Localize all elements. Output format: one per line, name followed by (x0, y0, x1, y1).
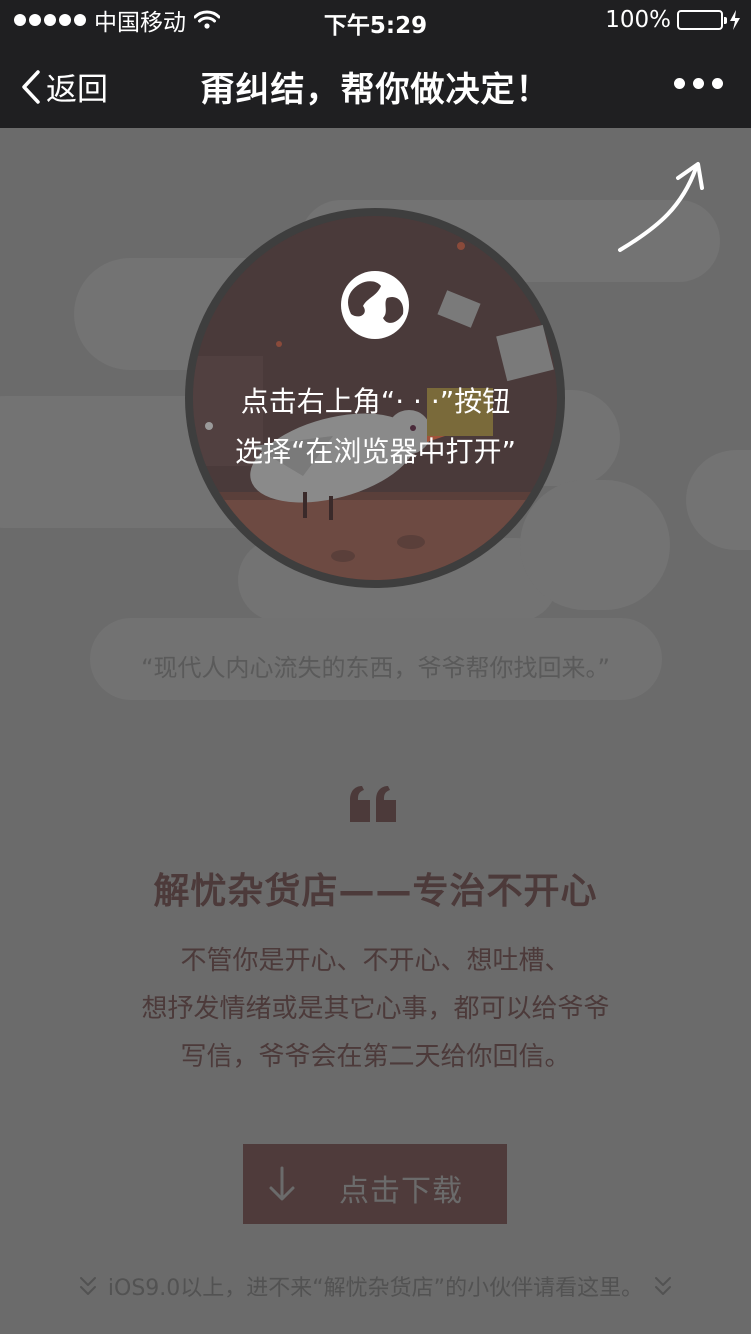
quote-text: “现代人内心流失的东西，爷爷帮你找回来。” (141, 654, 610, 682)
page-title: 甭纠结，帮你做决定！ (200, 70, 551, 110)
status-bar: 中国移动 下午5:29 100% (0, 0, 751, 40)
top-bar: 中国移动 下午5:29 100% 返回 甭纠结，帮你做决定！ (0, 0, 751, 128)
overlay-instruction-line2: 选择“在浏览器中打开” (234, 435, 516, 468)
battery-percent: 100% (605, 7, 671, 33)
description-line3: 写信，爷爷会在第二天给你回信。 (180, 1042, 571, 1072)
description-line1: 不管你是开心、不开心、想吐槽、 (180, 946, 571, 976)
description-line2: 想抒发情绪或是其它心事，都可以给爷爷 (141, 994, 610, 1024)
navigation-bar: 返回 甭纠结，帮你做决定！ (0, 40, 751, 128)
download-label: 点击下载 (339, 1174, 463, 1209)
globe-icon (341, 271, 409, 339)
arrow-down-icon (269, 1166, 295, 1201)
double-chevron-down-icon (79, 1277, 96, 1295)
charging-bolt-icon (730, 10, 740, 30)
double-chevron-down-icon (655, 1277, 672, 1295)
curved-arrow-icon (618, 162, 704, 252)
battery-icon (677, 10, 727, 30)
overlay-instruction-line1: 点击右上角“· · ·”按钮 (240, 385, 511, 418)
download-button[interactable]: 点击下载 (243, 1144, 507, 1224)
ios-help-link[interactable]: iOS9.0以上，进不来“解忧杂货店”的小伙伴请看这里。 (0, 1270, 751, 1302)
more-options-button[interactable] (674, 78, 723, 89)
headline: 解忧杂货店——专治不开心 (153, 871, 598, 912)
page-content: 点击右上角“· · ·”按钮 选择“在浏览器中打开” “现代人内心流失的东西，爷… (0, 128, 751, 1334)
status-right: 100% (605, 6, 741, 34)
quote-mark-icon (350, 786, 396, 822)
ios-help-text: iOS9.0以上，进不来“解忧杂货店”的小伙伴请看这里。 (107, 1276, 644, 1301)
